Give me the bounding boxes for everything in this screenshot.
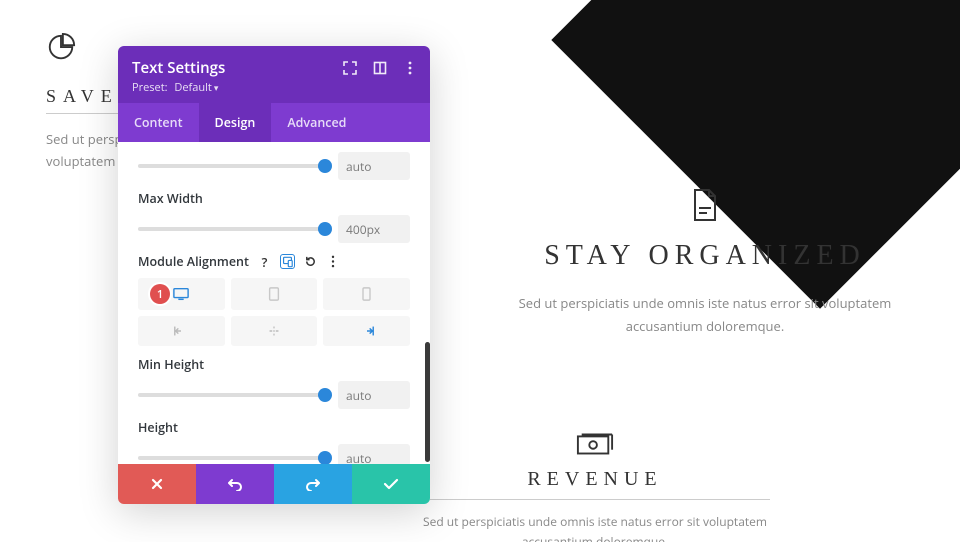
modal-body: auto Max Width 400px Module Alignment ?: [118, 142, 430, 464]
undo-icon: [227, 477, 243, 491]
module-alignment-text: Module Alignment: [138, 253, 249, 270]
money-icon: [576, 432, 614, 456]
max-width-slider[interactable]: [138, 227, 326, 231]
stay-organized-heading: STAY ORGANIZED: [480, 240, 930, 272]
modal-header[interactable]: Text Settings Preset: Default ▾: [118, 46, 430, 103]
expand-icon[interactable]: [342, 60, 358, 76]
height-slider[interactable]: [138, 456, 326, 460]
check-icon: [383, 478, 399, 490]
tab-advanced[interactable]: Advanced: [271, 103, 362, 142]
responsive-icon[interactable]: [280, 254, 295, 269]
slider-thumb[interactable]: [318, 222, 332, 236]
min-height-value[interactable]: auto: [338, 381, 410, 409]
module-alignment-label: Module Alignment ?: [138, 253, 410, 270]
modal-tabs: Content Design Advanced: [118, 103, 430, 142]
redo-icon: [305, 477, 321, 491]
chevron-down-icon: ▾: [214, 81, 219, 94]
scrollbar[interactable]: [425, 342, 430, 462]
text-settings-modal: Text Settings Preset: Default ▾ Content: [118, 46, 430, 504]
slider-thumb[interactable]: [318, 388, 332, 402]
modal-footer: [118, 464, 430, 504]
modal-preset[interactable]: Preset: Default ▾: [132, 80, 416, 95]
preset-prefix: Preset:: [132, 80, 168, 95]
right-column: STAY ORGANIZED Sed ut perspiciatis unde …: [480, 188, 930, 339]
help-icon[interactable]: ?: [257, 254, 272, 269]
revenue-column: REVENUE Sed ut perspiciatis unde omnis i…: [420, 432, 770, 542]
align-center-button[interactable]: [231, 316, 318, 346]
width-slider[interactable]: [138, 164, 326, 168]
slider-thumb[interactable]: [318, 451, 332, 464]
preset-value: Default: [174, 80, 211, 95]
tab-design[interactable]: Design: [199, 103, 272, 142]
revenue-paragraph: Sed ut perspiciatis unde omnis iste natu…: [420, 512, 770, 542]
max-width-label: Max Width: [138, 190, 410, 207]
min-height-label: Min Height: [138, 356, 410, 373]
device-tab-phone[interactable]: [323, 278, 410, 310]
layout-toggle-icon[interactable]: [372, 60, 388, 76]
revenue-heading: REVENUE: [420, 468, 770, 500]
align-right-button[interactable]: [323, 316, 410, 346]
close-icon: [150, 477, 164, 491]
option-more-icon[interactable]: [326, 254, 341, 269]
align-left-button[interactable]: [138, 316, 225, 346]
height-value[interactable]: auto: [338, 444, 410, 464]
save-button[interactable]: [352, 464, 430, 504]
stay-organized-paragraph: Sed ut perspiciatis unde omnis iste natu…: [480, 292, 930, 339]
width-value[interactable]: auto: [338, 152, 410, 180]
slider-thumb[interactable]: [318, 159, 332, 173]
height-label: Height: [138, 419, 410, 436]
close-button[interactable]: [118, 464, 196, 504]
undo-button[interactable]: [196, 464, 274, 504]
redo-button[interactable]: [274, 464, 352, 504]
pie-chart-icon: [46, 32, 76, 62]
tab-content[interactable]: Content: [118, 103, 199, 142]
max-width-value[interactable]: 400px: [338, 215, 410, 243]
more-icon[interactable]: [402, 60, 418, 76]
step-marker-1: 1: [150, 284, 170, 304]
min-height-slider[interactable]: [138, 393, 326, 397]
document-icon: [691, 188, 719, 222]
device-tab-tablet[interactable]: [231, 278, 318, 310]
reset-icon[interactable]: [303, 254, 318, 269]
